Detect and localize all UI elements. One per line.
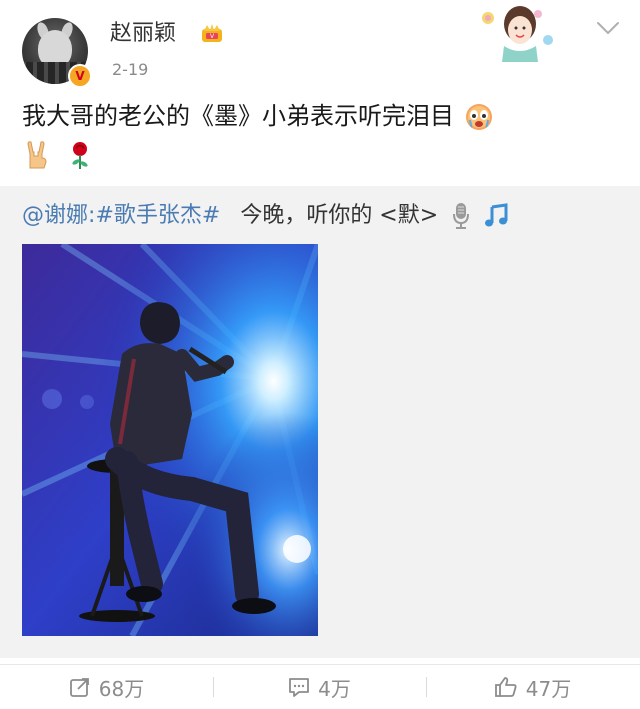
like-count: 47万: [525, 676, 572, 701]
repost-message: 今晚，听你的 <默>: [240, 203, 439, 228]
repost-icon: [69, 678, 89, 697]
repost-card[interactable]: @谢娜:#歌手张杰# 今晚，听你的 <默>: [0, 186, 640, 658]
repost-text-line: @谢娜:#歌手张杰# 今晚，听你的 <默>: [22, 200, 622, 232]
repost-button[interactable]: 68万: [0, 665, 213, 709]
card-decoration-icon: [482, 6, 553, 62]
post-emoji-line: [22, 140, 93, 172]
concert-photo[interactable]: [22, 244, 318, 636]
comment-button[interactable]: 4万: [213, 665, 426, 709]
topic-link[interactable]: #歌手张杰#: [95, 203, 220, 228]
post-body-text: 我大哥的老公的《墨》小弟表示听完泪目: [22, 102, 454, 130]
action-bar: 68万 4万 47万: [0, 664, 640, 709]
rose-icon: [72, 142, 88, 169]
cry-face-icon: [465, 104, 492, 130]
music-note-icon: [485, 203, 508, 227]
comment-icon: [289, 678, 310, 697]
vip-crown-icon: V: [202, 24, 222, 42]
chevron-down-icon[interactable]: [596, 20, 620, 36]
thumbs-up-icon: [494, 677, 517, 697]
post-header: V 赵丽颖 V 2-19: [0, 0, 640, 90]
verified-badge-icon: V: [68, 64, 92, 88]
comment-count: 4万: [318, 676, 351, 701]
post-date: 2-19: [112, 60, 149, 79]
mention-link[interactable]: @谢娜: [22, 203, 88, 228]
microphone-icon: [453, 203, 470, 229]
post-text: 我大哥的老公的《墨》小弟表示听完泪目: [22, 100, 622, 132]
concert-photo-image: [22, 244, 318, 636]
like-button[interactable]: 47万: [426, 665, 639, 709]
repost-count: 68万: [98, 676, 145, 701]
username[interactable]: 赵丽颖: [110, 20, 176, 48]
rock-hand-icon: [27, 141, 47, 169]
